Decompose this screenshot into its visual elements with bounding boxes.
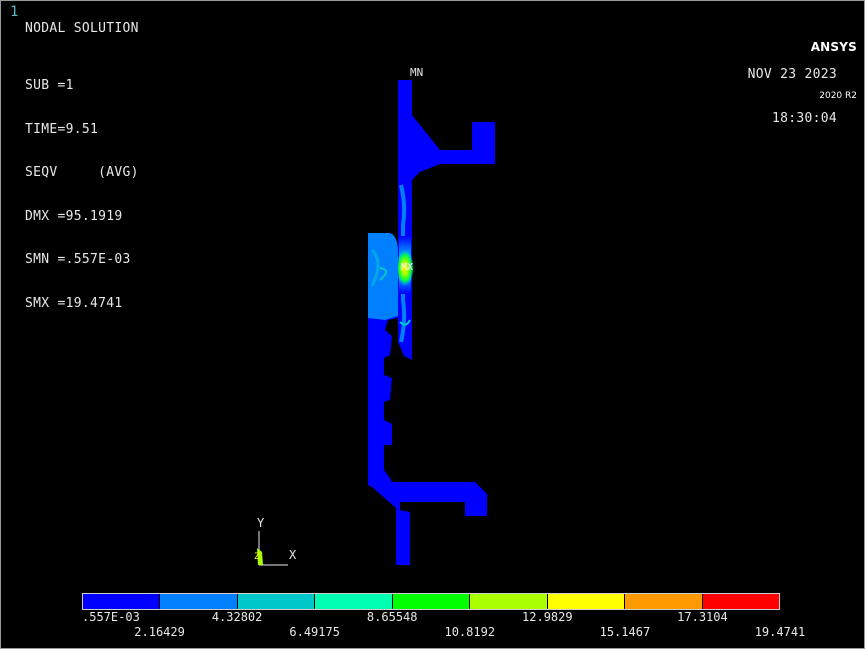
legend-swatch-1 [83, 594, 161, 609]
legend-swatch-4 [315, 594, 393, 609]
legend-label-bottom-3: 10.8192 [444, 625, 496, 639]
triad-x-label: X [289, 548, 297, 562]
contour-legend-bar [82, 593, 780, 610]
legend-swatch-2 [160, 594, 238, 609]
triad-y-label: Y [257, 516, 265, 530]
max-marker-label: MX [401, 262, 413, 273]
lower-component [368, 233, 487, 565]
legend-swatch-3 [237, 594, 316, 609]
legend-label-bottom-5: 19.4741 [754, 625, 806, 639]
legend-label-bottom-4: 15.1467 [599, 625, 651, 639]
legend-label-bottom-2: 6.49175 [289, 625, 340, 639]
legend-swatch-9 [702, 594, 779, 609]
contour-plot[interactable]: MN MX Y X Z [0, 0, 865, 649]
legend-label-bottom-1: 2.16429 [134, 625, 185, 639]
legend-label-top-5: 17.3104 [677, 610, 728, 624]
triad-z-label: Z [254, 552, 260, 562]
min-marker-label: MN [410, 66, 423, 79]
axis-triad: Y X Z [254, 516, 297, 566]
legend-swatch-7 [547, 594, 626, 609]
legend-swatch-5 [392, 594, 471, 609]
legend-label-top-3: 8.65548 [366, 610, 418, 624]
legend-swatch-6 [470, 594, 548, 609]
graphics-viewport[interactable]: 1 ANSYS 2020 R2 NODAL SOLUTION SUB =1 TI… [0, 0, 865, 649]
legend-label-top-2: 4.32802 [211, 610, 263, 624]
legend-label-top-4: 12.9829 [522, 610, 573, 624]
legend-swatch-8 [625, 594, 703, 609]
upper-component [396, 80, 495, 360]
legend-label-top-1: .557E-03 [82, 610, 140, 624]
